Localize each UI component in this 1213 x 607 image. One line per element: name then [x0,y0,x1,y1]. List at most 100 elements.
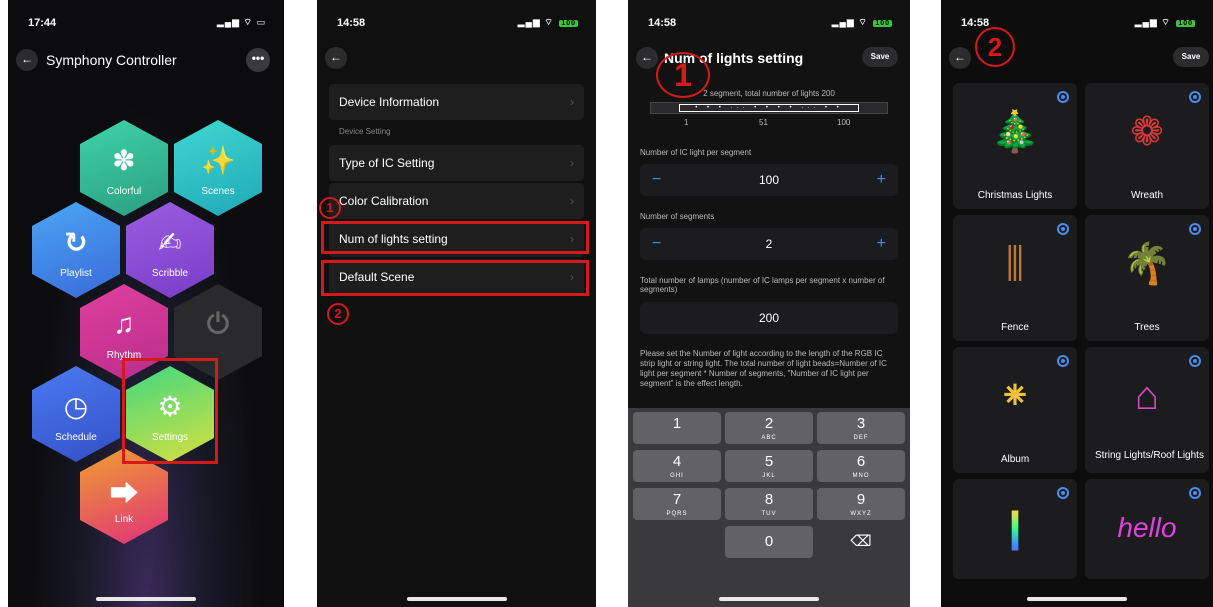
radio-button[interactable] [1189,91,1201,103]
per-segment-value[interactable]: 100 [759,173,779,187]
scene-tile-album[interactable]: ⁕ Album [953,347,1077,473]
scene-name: Trees [1134,322,1160,333]
scribble-hand-icon: ✍ [158,227,182,258]
key-3[interactable]: 3 DEF [817,412,905,444]
per-segment-stepper[interactable]: − 100 + [640,164,898,196]
hex-label: Colorful [106,186,142,197]
row-label: Type of IC Setting [339,156,435,170]
scene-tile-neon-hello[interactable]: hello [1085,479,1209,579]
signal-wifi-battery-icon: ▂▄▆ ⌔ 100 [517,17,578,27]
radio-button[interactable] [1189,487,1201,499]
signal-wifi-battery-icon: ▂▄▆ ⌔ ▭ [216,17,266,27]
scene-name: Wreath [1130,190,1164,201]
highlight-default-scene [321,260,589,296]
scene-tile-light-bar[interactable]: ❙ [953,479,1077,579]
home-indicator [406,597,507,601]
plus-icon[interactable]: + [877,228,886,260]
palm-tree-icon: 🌴 [1122,242,1172,286]
chevron-right-icon: › [570,95,574,109]
chevron-right-icon: › [570,194,574,208]
highlight-num-of-lights [321,221,589,254]
back-button[interactable]: ← [949,47,971,69]
page-title: Symphony Controller [46,52,177,68]
numeric-keypad: 1 2 ABC 3 DEF 4 GHI 5 JKL 6 MNO 7 PQRS 8 TUV 9W… [628,408,910,607]
scene-name: String Lights/Roof Lights [1095,450,1204,461]
wreath-icon: ❁ [1130,110,1164,154]
magic-wand-icon: ✨ [200,145,236,176]
radio-button[interactable] [1189,355,1201,367]
status-time: 14:58 [961,17,990,29]
label-per-segment: Number of IC light per segment [640,148,752,157]
neon-hello-icon: hello [1117,512,1177,543]
scene-name: Album [1000,454,1030,465]
row-type-of-ic-setting[interactable]: Type of IC Setting › [329,145,584,181]
scene-tile-string-lights-roof[interactable]: ⌂ String Lights/Roof Lights [1085,347,1209,473]
scene-tile-wreath[interactable]: ❁ Wreath [1085,83,1209,209]
signal-wifi-battery-icon: ▂▄▆ ⌔ 100 [1134,17,1195,27]
key-8[interactable]: 8 TUV [725,488,813,520]
status-bar: 14:58 ▂▄▆ ⌔ 100 [317,14,596,34]
radio-button[interactable] [1189,223,1201,235]
tick-start: 1 [684,118,689,127]
radio-button[interactable] [1057,223,1069,235]
scene-tile-christmas-lights[interactable]: 🎄 Christmas Lights [953,83,1077,209]
key-7[interactable]: 7 PQRS [633,488,721,520]
light-bar-icon: ❙ [975,493,1055,563]
status-bar: 17:44 ▂▄▆ ⌔ ▭ [8,14,284,34]
christmas-tree-icon: 🎄 [990,110,1040,154]
save-button[interactable]: Save [1173,47,1209,67]
key-2[interactable]: 2 ABC [725,412,813,444]
hex-label: Scribble [151,268,189,279]
segment-preview-strip: • • • ··· • • • • ··· • • [650,102,888,114]
refresh-icon: ↻ [64,227,88,258]
hex-label: Playlist [60,268,92,279]
step-marker-2: 2 [327,303,349,325]
phone-default-scene-screen: 14:58 ▂▄▆ ⌔ 100 ← 2 Save 🎄 Christmas Lig… [941,0,1213,607]
hex-label: Scenes [201,186,235,197]
link-icon: ⮕ [109,478,138,509]
instruction-note: Please set the Number of light according… [640,349,887,388]
hex-label: Schedule [55,432,97,443]
save-button[interactable]: Save [862,47,898,67]
segments-value[interactable]: 2 [766,237,773,251]
step-marker-1: 1 [319,197,341,219]
segments-stepper[interactable]: − 2 + [640,228,898,260]
row-color-calibration[interactable]: Color Calibration › [329,183,584,219]
total-value: 200 [758,311,780,325]
scene-tile-fence[interactable]: ⫼ Fence [953,215,1077,341]
scene-tile-trees[interactable]: 🌴 Trees [1085,215,1209,341]
key-6[interactable]: 6 MNO [817,450,905,482]
key-5[interactable]: 5 JKL [725,450,813,482]
fence-icon: ⫼ [1005,242,1025,286]
radio-button[interactable] [1057,487,1069,499]
led-strip: • • • ··· • • • • ··· • • [679,104,859,112]
key-9[interactable]: 9 WXYZ [817,488,905,520]
minus-icon[interactable]: − [652,164,661,196]
phone-num-of-lights-screen: 14:58 ▂▄▆ ⌔ 100 ← Num of lights setting … [628,0,910,607]
power-icon: ⏻ [206,308,230,339]
home-indicator [719,597,819,601]
label-segments: Number of segments [640,212,715,221]
row-device-information[interactable]: Device Information › [329,84,584,120]
back-button[interactable]: ← [636,47,658,69]
scene-name: Fence [1001,322,1029,333]
key-4[interactable]: 4 GHI [633,450,721,482]
radio-button[interactable] [1057,355,1069,367]
key-0[interactable]: 0 [725,526,813,558]
total-lamps-field: 200 [640,302,898,334]
section-header: Device Setting [339,127,391,136]
step-marker-2: 2 [975,27,1015,67]
radio-button[interactable] [1057,91,1069,103]
scene-name: Christmas Lights [977,190,1053,201]
plus-icon[interactable]: + [877,164,886,196]
backspace-icon[interactable]: ⌫ [817,526,905,558]
photo-string-icon: ⁕ [998,374,1032,418]
back-button[interactable]: ← [16,49,38,71]
home-indicator [96,597,196,601]
minus-icon[interactable]: − [652,228,661,260]
more-options-button[interactable]: ••• [246,48,270,72]
home-indicator [1027,597,1127,601]
key-1[interactable]: 1 [633,412,721,444]
back-button[interactable]: ← [325,47,347,69]
status-time: 14:58 [337,17,366,29]
